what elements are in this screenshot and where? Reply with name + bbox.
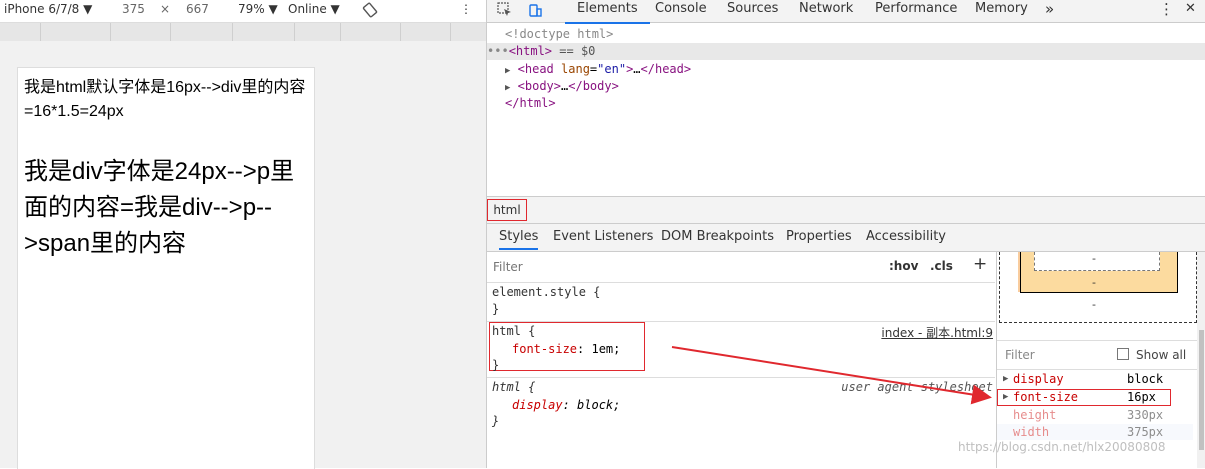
annotation-arrow xyxy=(671,346,992,405)
watermark: https://blog.csdn.net/hlx20080808 xyxy=(958,440,1166,454)
